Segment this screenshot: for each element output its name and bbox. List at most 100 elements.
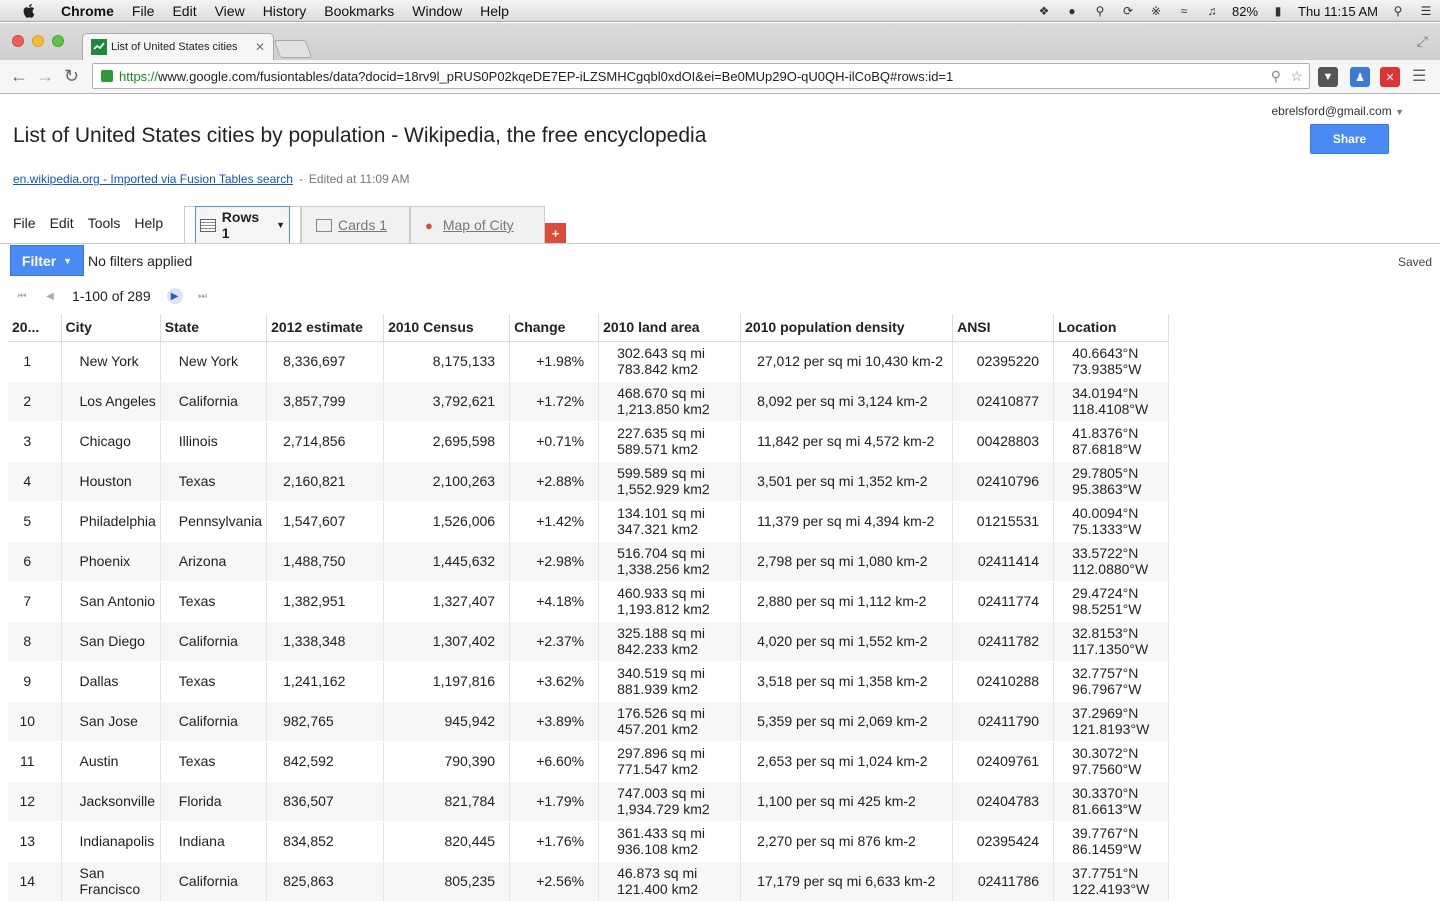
quicksilver-icon[interactable]: ● [1063,3,1081,19]
pocket-extension-icon[interactable]: ▼ [1318,67,1338,87]
land-area-cell[interactable]: 176.526 sq mi 457.201 km2 [598,701,742,742]
land-area-cell[interactable]: 297.896 sq mi 771.547 km2 [598,741,742,782]
filter-button[interactable]: Filter ▼ [10,245,84,276]
keychain-icon[interactable]: ⚲ [1091,3,1109,19]
ansi-cell[interactable]: 01215531 [952,501,1055,542]
density-cell[interactable]: 3,518 per sq mi 1,358 km-2 [740,661,954,702]
column-header[interactable]: Change [509,314,600,342]
estimate-2012-cell[interactable]: 3,857,799 [266,381,385,422]
city-cell[interactable]: Jacksonville [61,781,161,822]
spotlight-search-icon[interactable]: ⚲ [1389,3,1407,19]
ansi-cell[interactable]: 02404783 [952,781,1055,822]
table-row[interactable]: 7 San Antonio Texas 1,382,951 1,327,407 +4.18… [8,581,1170,622]
menubar-bookmarks[interactable]: Bookmarks [315,0,403,22]
window-close-button[interactable] [12,35,24,47]
menubar-help[interactable]: Help [471,0,518,22]
reload-icon[interactable]: ↻ [64,66,79,87]
back-arrow-icon[interactable]: ← [10,66,28,87]
zoom-icon[interactable]: ⚲ [1271,68,1281,85]
land-area-cell[interactable]: 516.704 sq mi 1,338.256 km2 [598,541,742,582]
row-number[interactable]: 7 [8,581,62,622]
share-button[interactable]: Share [1310,124,1389,154]
location-cell[interactable]: 40.0094°N 75.1333°W [1053,501,1170,542]
change-cell[interactable]: +2.56% [509,861,600,902]
change-cell[interactable]: +1.79% [509,781,600,822]
city-cell[interactable]: Houston [61,461,161,502]
table-row[interactable]: 14 San Francisco California 825,863 805,235 +… [8,861,1170,902]
location-cell[interactable]: 37.7751°N 122.4193°W [1053,861,1170,902]
state-cell[interactable]: Illinois [160,421,268,462]
column-header[interactable]: Location [1053,314,1170,342]
location-cell[interactable]: 41.8376°N 87.6818°W [1053,421,1170,462]
state-cell[interactable]: Arizona [160,541,268,582]
address-bar[interactable]: https:// www.google.com/fusiontables/dat… [92,63,1310,89]
city-cell[interactable]: Austin [61,741,161,782]
column-header[interactable]: 2010 Census [383,314,511,342]
density-cell[interactable]: 2,653 per sq mi 1,024 km-2 [740,741,954,782]
land-area-cell[interactable]: 361.433 sq mi 936.108 km2 [598,821,742,862]
state-cell[interactable]: California [160,701,268,742]
density-cell[interactable]: 2,270 per sq mi 876 km-2 [740,821,954,862]
tab-rows[interactable]: Rows 1 ▼ [184,206,301,244]
census-2010-cell[interactable]: 820,445 [383,821,511,862]
estimate-2012-cell[interactable]: 982,765 [266,701,385,742]
table-row[interactable]: 13 Indianapolis Indiana 834,852 820,445 +1.76… [8,821,1170,862]
sync-icon[interactable]: ⟳ [1119,3,1137,19]
census-2010-cell[interactable]: 1,197,816 [383,661,511,702]
census-2010-cell[interactable]: 1,307,402 [383,621,511,662]
location-cell[interactable]: 33.5722°N 112.0880°W [1053,541,1170,582]
row-number[interactable]: 8 [8,621,62,662]
table-row[interactable]: 9 Dallas Texas 1,241,162 1,197,816 +3.62% 340.… [8,661,1170,702]
land-area-cell[interactable]: 460.933 sq mi 1,193.812 km2 [598,581,742,622]
change-cell[interactable]: +6.60% [509,741,600,782]
census-2010-cell[interactable]: 1,526,006 [383,501,511,542]
city-cell[interactable]: San Francisco [61,861,161,902]
state-cell[interactable]: Texas [160,741,268,782]
state-cell[interactable]: California [160,381,268,422]
ansi-cell[interactable]: 02410288 [952,661,1055,702]
location-cell[interactable]: 32.7757°N 96.7967°W [1053,661,1170,702]
city-cell[interactable]: Phoenix [61,541,161,582]
state-cell[interactable]: New York [160,341,268,382]
census-2010-cell[interactable]: 1,327,407 [383,581,511,622]
row-number[interactable]: 14 [8,861,62,902]
land-area-cell[interactable]: 302.643 sq mi 783.842 km2 [598,341,742,382]
census-2010-cell[interactable]: 945,942 [383,701,511,742]
census-2010-cell[interactable]: 3,792,621 [383,381,511,422]
state-cell[interactable]: Texas [160,581,268,622]
location-cell[interactable]: 30.3072°N 97.7560°W [1053,741,1170,782]
ansi-cell[interactable]: 02411790 [952,701,1055,742]
row-number[interactable]: 13 [8,821,62,862]
menubar-clock[interactable]: Thu 11:15 AM [1298,4,1378,19]
location-cell[interactable]: 37.2969°N 121.8193°W [1053,701,1170,742]
change-cell[interactable]: +4.18% [509,581,600,622]
location-cell[interactable]: 34.0194°N 118.4108°W [1053,381,1170,422]
table-row[interactable]: 4 Houston Texas 2,160,821 2,100,263 +2.88% 599… [8,461,1170,502]
estimate-2012-cell[interactable]: 1,241,162 [266,661,385,702]
density-cell[interactable]: 2,880 per sq mi 1,112 km-2 [740,581,954,622]
state-cell[interactable]: California [160,621,268,662]
change-cell[interactable]: +1.72% [509,381,600,422]
chrome-menu-icon[interactable]: ☰ [1412,66,1426,86]
table-row[interactable]: 11 Austin Texas 842,592 790,390 +6.60% 297.896… [8,741,1170,782]
location-cell[interactable]: 40.6643°N 73.9385°W [1053,341,1170,382]
next-page-icon[interactable]: ▶ [166,288,183,304]
ansi-cell[interactable]: 02395424 [952,821,1055,862]
table-row[interactable]: 2 Los Angeles California 3,857,799 3,792,621… [8,381,1170,422]
table-row[interactable]: 6 Phoenix Arizona 1,488,750 1,445,632 +2.98% 5… [8,541,1170,582]
city-cell[interactable]: Chicago [61,421,161,462]
menubar-app-name[interactable]: Chrome [52,0,123,22]
tab-rows-selector[interactable]: Rows 1 ▼ [195,206,290,244]
add-tab-button[interactable]: + [545,223,566,243]
wifi-icon[interactable]: ≈ [1175,3,1193,19]
city-cell[interactable]: Indianapolis [61,821,161,862]
change-cell[interactable]: +1.98% [509,341,600,382]
city-cell[interactable]: San Diego [61,621,161,662]
city-cell[interactable]: San Antonio [61,581,161,622]
tab-cards[interactable]: Cards 1 [301,206,410,243]
menubar-view[interactable]: View [206,0,254,22]
window-minimize-button[interactable] [32,35,44,47]
estimate-2012-cell[interactable]: 825,863 [266,861,385,902]
census-2010-cell[interactable]: 8,175,133 [383,341,511,382]
bluetooth-icon[interactable]: ※ [1147,3,1165,19]
